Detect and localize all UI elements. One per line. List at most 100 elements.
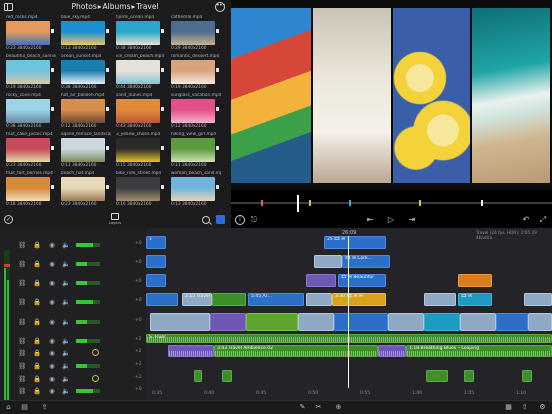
link-icon[interactable]: ⛓ (18, 375, 26, 383)
track-header[interactable]: ⛓ 🔒 ◉ 🔈 +0 (0, 295, 145, 309)
clip[interactable] (460, 313, 496, 331)
visibility-icon[interactable]: ◉ (48, 387, 56, 395)
scrub-marker[interactable] (419, 200, 421, 206)
lock-icon[interactable]: 🔒 (33, 349, 41, 357)
audio-clip[interactable]: S. Fluer (146, 334, 552, 343)
track-level-meter[interactable] (76, 339, 100, 343)
scrub-marker[interactable] (481, 200, 483, 206)
visibility-icon[interactable]: ◉ (48, 318, 56, 326)
track-level-meter[interactable] (76, 262, 100, 266)
breadcrumb-albums[interactable]: Albums (103, 2, 131, 11)
media-thumbnail[interactable]: ocean_sunset.mp4 0:38 3840x2160 (61, 54, 109, 92)
link-icon[interactable]: ⛓ (18, 318, 26, 326)
clip[interactable] (524, 293, 552, 306)
link-icon[interactable]: ⛓ (18, 241, 26, 249)
track-area[interactable]: 26:09 Travel (24 fps, HDR): 2:05:29 4k/u… (146, 228, 552, 400)
media-icon[interactable]: ▤ (20, 403, 29, 412)
speaker-icon[interactable]: 🔈 (62, 279, 70, 287)
play-icon[interactable]: ▷ (386, 215, 396, 225)
track-level-meter[interactable] (76, 389, 100, 393)
add-icon[interactable]: ⊕ (334, 403, 343, 412)
media-thumbnail[interactable]: sand_dunes.mp4 0:43 3840x2160 (116, 93, 164, 131)
expand-icon[interactable]: ⤢ (538, 215, 548, 225)
pan-knob[interactable] (92, 349, 99, 356)
scrub-marker[interactable] (349, 200, 351, 206)
clip[interactable] (210, 313, 246, 331)
clip[interactable] (424, 313, 460, 331)
lock-icon[interactable]: 🔒 (33, 260, 41, 268)
previous-frame-icon[interactable]: ⇤ (365, 215, 375, 225)
media-thumbnail[interactable]: 3_yellow_shoes.mp4 0:15 3840x2160 (116, 132, 164, 170)
clip[interactable] (306, 293, 332, 306)
track-level-meter[interactable] (76, 364, 100, 368)
clip[interactable]: 5:45 Ar… (248, 293, 304, 306)
speaker-icon[interactable]: 🔈 (62, 298, 70, 306)
audio-clip[interactable] (464, 370, 474, 382)
media-thumbnail[interactable]: beautiful_beach_sunrise.mp40:19 3840x216… (6, 54, 56, 92)
settings-icon[interactable]: ⚙ (538, 403, 547, 412)
visibility-icon[interactable]: ◉ (48, 260, 56, 268)
speaker-icon[interactable]: 🔈 (62, 241, 70, 249)
speaker-icon[interactable]: 🔈 (62, 375, 70, 383)
visibility-icon[interactable]: ◉ (48, 279, 56, 287)
scrub-marker[interactable] (261, 200, 263, 206)
audio-clip[interactable] (168, 345, 214, 357)
clip[interactable] (314, 255, 342, 268)
export-icon[interactable]: ⇪ (40, 403, 49, 412)
select-check-icon[interactable]: ✓ (4, 215, 13, 224)
media-thumbnail[interactable]: romantic_dessert.mp4 0:19 3840x2160 (171, 54, 219, 92)
speaker-icon[interactable]: 🔈 (62, 362, 70, 370)
lock-icon[interactable]: 🔒 (33, 241, 41, 249)
scrub-playhead[interactable] (297, 195, 299, 212)
track-level-meter[interactable] (76, 300, 100, 304)
speaker-icon[interactable]: 🔈 (62, 387, 70, 395)
media-thumbnail[interactable]: hot_air_balloon.mp4 0:12 3840x2160 (61, 93, 109, 131)
edit-icon[interactable]: ✎ (298, 403, 307, 412)
clip[interactable]: 🎞 ✉ Beautiful (338, 274, 386, 287)
track-header[interactable]: ⛓ 🔒 ◉ 🔈 +0 (0, 257, 145, 271)
link-icon[interactable]: ⛓ (18, 298, 26, 306)
inspector-icon[interactable]: ▦ (504, 403, 513, 412)
link-icon[interactable]: ⛓ (18, 362, 26, 370)
media-thumbnail[interactable]: bike_ride_street.mp4 0:16 3840x2160 (116, 171, 164, 209)
clip[interactable]: 3:30 🎞 ✉ ✉ (332, 293, 386, 306)
track-header[interactable]: ⛓ 🔒 ◉ 🔈 +2 (0, 346, 145, 360)
more-options-icon[interactable]: ••• (215, 2, 226, 12)
lock-icon[interactable]: 🔒 (33, 362, 41, 370)
track-level-meter[interactable] (76, 281, 100, 285)
next-frame-icon[interactable]: ⇥ (407, 215, 417, 225)
visibility-icon[interactable]: ◉ (48, 337, 56, 345)
breadcrumb-photos[interactable]: Photos (71, 2, 96, 11)
track-header[interactable]: ⛓ 🔒 ◉ 🔈 +2 (0, 359, 145, 373)
clip[interactable] (212, 293, 246, 306)
clip[interactable]: 2:15 Travel (182, 293, 212, 306)
clip[interactable] (298, 313, 334, 331)
undo-arrow-icon[interactable]: ↶ (521, 215, 531, 225)
audio-clip[interactable] (378, 345, 406, 357)
media-thumbnail[interactable]: beach_hat.mp4 0:23 3840x2160 (61, 171, 109, 209)
lock-icon[interactable]: 🔒 (33, 387, 41, 395)
scrub-bar[interactable] (231, 194, 552, 212)
visibility-icon[interactable]: ◉ (48, 298, 56, 306)
preview-frame[interactable] (231, 0, 552, 190)
clip[interactable]: 1 (146, 236, 166, 249)
filter-icon[interactable] (216, 215, 225, 224)
audio-clip[interactable] (194, 370, 202, 382)
clip[interactable]: 🎞 ✉ Cork… (342, 255, 390, 268)
media-thumbnail[interactable]: cathedral.mp4 0:29 3840x2160 (171, 15, 219, 53)
lock-icon[interactable]: 🔒 (33, 279, 41, 287)
bookmark-icon[interactable]: ⎋ (249, 215, 259, 225)
visibility-icon[interactable]: ◉ (48, 362, 56, 370)
media-thumbnail[interactable]: sunglass_vacation.mp4 0:12 3840x2160 (171, 93, 221, 131)
info-icon[interactable]: i (235, 215, 245, 225)
track-header[interactable]: ⛓ 🔒 ◉ 🔈 +0 (0, 238, 145, 252)
media-thumbnail[interactable]: fruit_cake_picnic.mp4 0:23 3840x2160 (6, 132, 54, 170)
media-thumbnail[interactable]: blue_sky.mp4 0:13 3840x2160 (61, 15, 109, 53)
media-thumbnail[interactable]: fruit_tart_berries.mp4 0:18 3840x2160 (6, 171, 54, 209)
clip[interactable] (146, 255, 166, 268)
clip[interactable]: 2S 🎞 ✉ (324, 236, 386, 249)
media-thumbnail[interactable]: ice_cream_beach.mp4 0:44 3840x2160 (116, 54, 164, 92)
audio-clip[interactable] (426, 370, 448, 382)
visibility-icon[interactable]: ◉ (48, 241, 56, 249)
media-thumbnail[interactable]: alpine_terrace_landscape.mp40:11 3840x21… (61, 132, 111, 170)
